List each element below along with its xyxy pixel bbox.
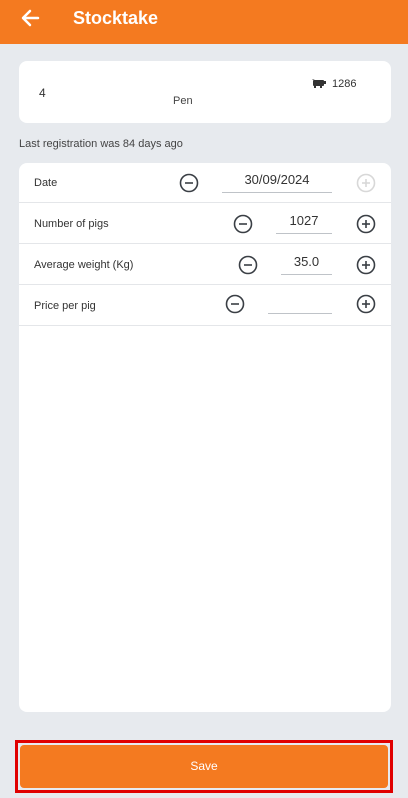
- weight-increment-button[interactable]: [356, 255, 376, 275]
- last-registration-text: Last registration was 84 days ago: [19, 138, 183, 150]
- price-increment-button[interactable]: [356, 294, 376, 314]
- date-increment-button[interactable]: [356, 173, 376, 193]
- number-of-pigs-row: Number of pigs 1027: [19, 204, 391, 244]
- pig-count-value: 1286: [332, 78, 357, 90]
- date-field[interactable]: 30/09/2024: [222, 171, 332, 193]
- weight-decrement-button[interactable]: [238, 255, 258, 275]
- plus-circle-icon: [356, 173, 376, 193]
- pen-number: 4: [39, 86, 46, 100]
- pen-label: Pen: [173, 95, 193, 107]
- plus-circle-icon: [356, 255, 376, 275]
- price-per-pig-field[interactable]: [268, 292, 332, 314]
- date-decrement-button[interactable]: [179, 173, 199, 193]
- stocktake-form: Date 30/09/2024 Number of pigs 1027 Aver…: [19, 163, 391, 712]
- average-weight-label: Average weight (Kg): [34, 259, 134, 271]
- pig-count: 1286: [312, 78, 356, 90]
- minus-circle-icon: [179, 173, 199, 193]
- date-label: Date: [34, 177, 58, 189]
- save-button[interactable]: Save: [20, 745, 388, 788]
- price-per-pig-row: Price per pig: [19, 286, 391, 326]
- pigs-increment-button[interactable]: [356, 214, 376, 234]
- page-title: Stocktake: [73, 8, 159, 28]
- pen-summary-card: 4 Pen 1286: [19, 61, 391, 123]
- average-weight-field[interactable]: 35.0: [281, 253, 332, 275]
- pigs-decrement-button[interactable]: [233, 214, 253, 234]
- minus-circle-icon: [225, 294, 245, 314]
- app-bar: Stocktake: [0, 0, 408, 44]
- minus-circle-icon: [233, 214, 253, 234]
- number-of-pigs-field[interactable]: 1027: [276, 212, 332, 234]
- date-row: Date 30/09/2024: [19, 163, 391, 203]
- pig-icon: [312, 79, 326, 88]
- minus-circle-icon: [238, 255, 258, 275]
- average-weight-row: Average weight (Kg) 35.0: [19, 245, 391, 285]
- plus-circle-icon: [356, 294, 376, 314]
- price-decrement-button[interactable]: [225, 294, 245, 314]
- price-per-pig-label: Price per pig: [34, 300, 96, 312]
- save-button-highlight: Save: [15, 740, 393, 793]
- number-of-pigs-label: Number of pigs: [34, 218, 109, 230]
- back-arrow-icon[interactable]: [18, 6, 46, 30]
- plus-circle-icon: [356, 214, 376, 234]
